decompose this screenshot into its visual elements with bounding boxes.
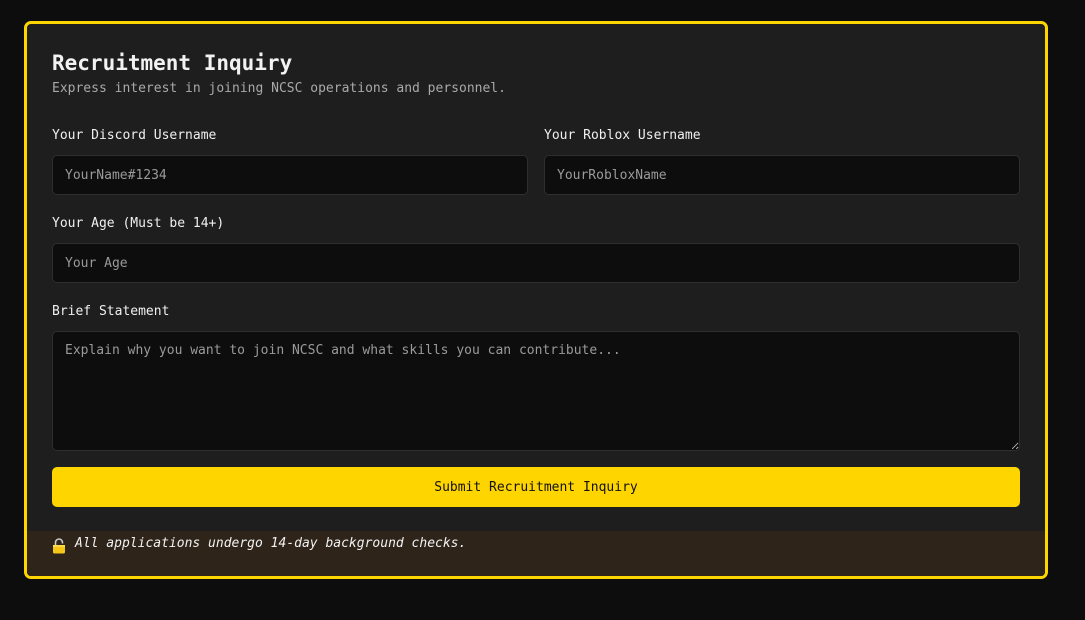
brief-statement-label: Brief Statement [52,304,170,319]
lock-icon [53,538,65,554]
form-title: Recruitment Inquiry [52,51,293,75]
roblox-username-input[interactable] [544,155,1020,195]
discord-username-label: Your Discord Username [52,128,217,143]
notice-text: All applications undergo 14-day backgrou… [75,536,467,551]
age-label: Your Age (Must be 14+) [52,216,225,231]
discord-username-input[interactable] [52,155,528,195]
background-check-notice: All applications undergo 14-day backgrou… [27,531,1045,576]
roblox-username-label: Your Roblox Username [544,128,701,143]
submit-inquiry-button[interactable]: Submit Recruitment Inquiry [52,467,1020,507]
age-input[interactable] [52,243,1020,283]
brief-statement-textarea[interactable] [52,331,1020,451]
recruitment-form-card: Recruitment Inquiry Express interest in … [24,21,1048,579]
form-subtitle: Express interest in joining NCSC operati… [52,81,506,96]
